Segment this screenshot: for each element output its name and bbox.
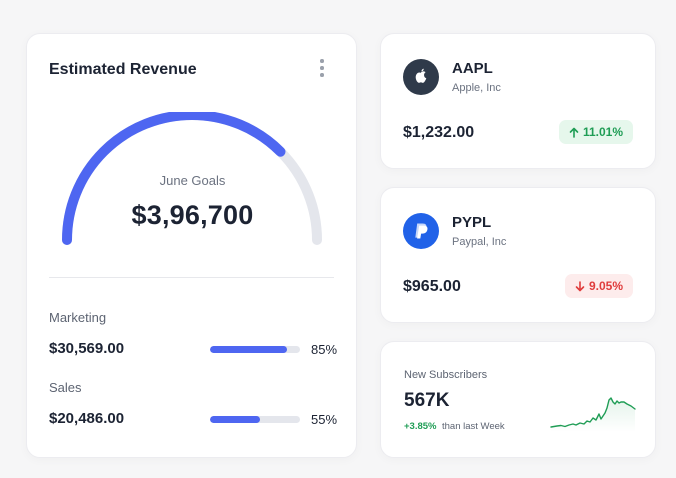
metric-label-sales: Sales (49, 380, 82, 395)
gauge-value: $3,96,700 (131, 200, 254, 230)
subscribers-title: New Subscribers (404, 369, 488, 381)
new-subscribers-card[interactable]: New Subscribers 567K +3.85% than last We… (380, 341, 656, 458)
marketing-progress-fill (210, 346, 287, 353)
stock-price: $965.00 (403, 278, 461, 295)
arrow-down-icon (575, 280, 585, 291)
estimated-revenue-card: Estimated Revenue June Goals $3,96,700 M… (26, 33, 357, 458)
stock-price: $1,232.00 (403, 124, 475, 141)
more-options-icon[interactable] (318, 58, 326, 78)
change-badge: 11.01% (558, 120, 633, 144)
sales-percent: 55% (311, 412, 338, 427)
gauge-label: June Goals (159, 173, 226, 188)
company-name: Paypal, Inc (452, 236, 507, 248)
change-value: 11.01% (582, 125, 623, 139)
apple-logo-icon (403, 59, 439, 95)
divider (49, 277, 334, 278)
subscribers-period: than last Week (442, 421, 505, 432)
arrow-up-icon (569, 127, 579, 138)
subscribers-value: 567K (404, 390, 450, 411)
metric-value-sales: $20,486.00 (49, 410, 125, 427)
company-name: Apple, Inc (452, 82, 501, 94)
ticker-symbol: AAPL (452, 60, 493, 77)
marketing-percent: 85% (311, 342, 338, 357)
metric-value-marketing: $30,569.00 (49, 340, 125, 357)
paypal-logo-icon (403, 213, 439, 249)
subscribers-change: +3.85% (404, 421, 437, 432)
metric-label-marketing: Marketing (49, 310, 107, 325)
sales-progress-fill (210, 416, 260, 423)
ticker-symbol: PYPL (452, 214, 492, 231)
revenue-card-title: Estimated Revenue (49, 61, 197, 78)
change-badge: 9.05% (564, 274, 633, 298)
sales-progress-bar (210, 416, 300, 423)
change-value: 9.05% (588, 279, 623, 293)
marketing-progress-bar (210, 346, 300, 353)
stock-card-aapl[interactable]: AAPL Apple, Inc $1,232.00 11.01% (380, 33, 656, 169)
stock-card-pypl[interactable]: PYPL Paypal, Inc $965.00 9.05% (380, 187, 656, 323)
subscribers-sparkline (550, 397, 636, 432)
